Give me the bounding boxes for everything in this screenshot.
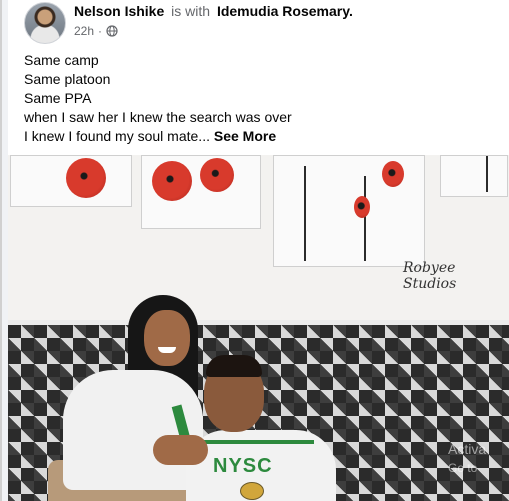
with-text: is with [171,3,211,19]
post-photo[interactable]: Robyee Studios NYSC Activa Go to [8,155,509,501]
flower-stem [486,156,488,192]
activation-title: Activa [448,441,487,457]
poppy-flower [200,158,234,192]
activation-watermark: Activa Go to [448,440,486,478]
poppy-flower [66,158,106,198]
flower-stem [304,166,306,261]
author-name[interactable]: Nelson Ishike [74,3,164,19]
post-line: when I saw her I knew the search was ove… [24,109,292,125]
woman-arm [153,435,208,465]
see-more-link[interactable]: See More [214,128,276,144]
avatar[interactable] [24,2,66,44]
post-header: Nelson Ishike is with Idemudia Rosemary.… [24,2,504,46]
poppy-bud [354,196,370,218]
post-line: Same camp [24,52,99,68]
globe-icon[interactable] [106,25,118,37]
post-line: I knew I found my soul mate... [24,128,210,144]
tagged-name[interactable]: Idemudia Rosemary. [217,3,353,19]
poppy-frame [141,155,261,229]
nysc-shirt-text: NYSC [213,455,273,477]
poppy-flower [152,161,192,201]
poppy-frame [10,155,132,207]
woman-face [144,310,190,366]
activation-subtitle: Go to [448,461,478,475]
post-line: Same PPA [24,90,92,106]
post-line-last: I knew I found my soul mate... See More [24,127,292,146]
post-time[interactable]: 22h [74,24,94,38]
nysc-badge-icon [240,482,264,500]
flower-stem [364,176,366,261]
post-text: Same camp Same platoon Same PPA when I s… [24,51,292,146]
poppy-frame [273,155,425,267]
poppy-bud [382,161,404,187]
wall-background: Robyee Studios [8,155,509,330]
author-line: Nelson Ishike is with Idemudia Rosemary. [74,3,353,19]
man-shirt-trim [204,440,314,444]
dot-separator: · [98,24,103,38]
poppy-frame [440,155,508,197]
post-meta: 22h · [74,24,118,38]
studio-watermark: Robyee Studios [403,260,457,292]
man-hair [206,355,262,377]
post-card: Nelson Ishike is with Idemudia Rosemary.… [8,0,509,501]
scrollbar-left[interactable] [0,0,2,501]
post-line: Same platoon [24,71,111,87]
